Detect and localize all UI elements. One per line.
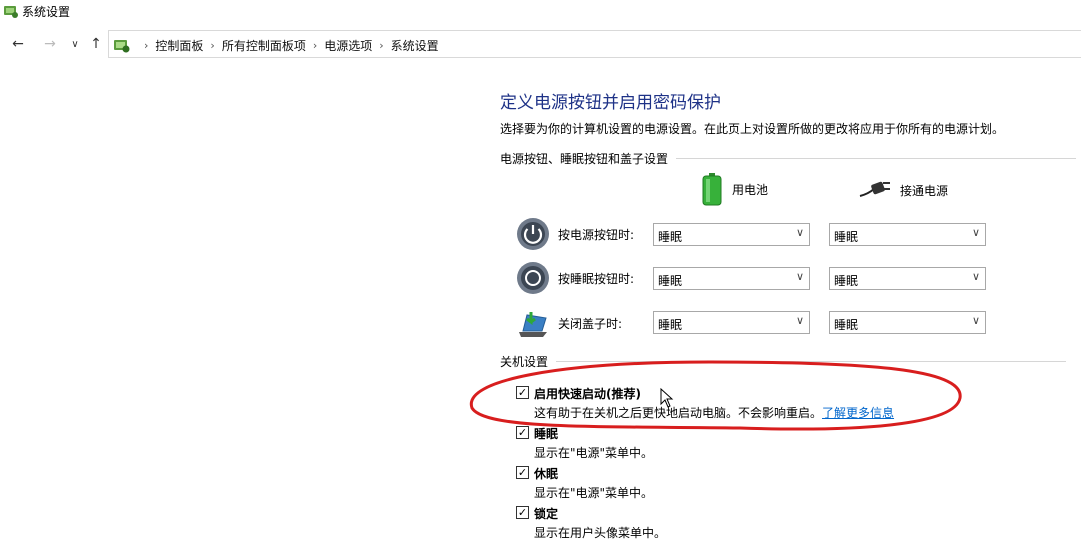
breadcrumb-separator-icon: ›	[312, 39, 318, 52]
lock-checkbox[interactable]: ✓	[516, 506, 529, 519]
fast-startup-checkbox[interactable]: ✓	[516, 386, 529, 399]
hibernate-label[interactable]: 休眠	[534, 465, 558, 482]
breadcrumb-separator-icon: ›	[379, 39, 384, 52]
battery-icon	[702, 173, 722, 206]
battery-column-header: 用电池	[700, 172, 768, 206]
hibernate-description: 显示在"电源"菜单中。	[534, 486, 654, 500]
divider	[676, 158, 1077, 159]
hibernate-checkbox[interactable]: ✓	[516, 466, 529, 479]
mouse-cursor-icon	[660, 388, 674, 408]
recent-locations-chevron-icon[interactable]: ∨	[67, 39, 83, 50]
forward-arrow-icon[interactable]: →	[42, 36, 58, 52]
title-bar: 系统设置	[0, 0, 1081, 22]
page-title: 定义电源按钮并启用密码保护	[500, 93, 721, 113]
address-bar[interactable]: › 控制面板 › 所有控制面板项 › 电源选项 › 系统设置	[108, 30, 1081, 58]
sleep-checkbox[interactable]: ✓	[516, 426, 529, 439]
lock-description: 显示在用户头像菜单中。	[534, 526, 667, 540]
select-value: 睡眠	[834, 230, 859, 244]
shutdown-group-header: 关机设置	[500, 353, 1067, 370]
lid-close-plugged-select[interactable]: 睡眠 ∨	[829, 311, 986, 334]
plugged-column-header: 接通电源	[858, 180, 948, 200]
power-button-label: 按电源按钮时:	[558, 228, 635, 242]
breadcrumb-item-all-items[interactable]: 所有控制面板项	[222, 37, 306, 54]
shutdown-group-title: 关机设置	[500, 355, 549, 369]
breadcrumb-item-power-options[interactable]: 电源选项	[324, 37, 372, 54]
select-value: 睡眠	[834, 274, 859, 288]
laptop-lid-icon	[519, 312, 547, 337]
page-description: 选择要为你的计算机设置的电源设置。在此页上对设置所做的更改将应用于你所有的电源计…	[500, 122, 1005, 136]
lock-label[interactable]: 锁定	[534, 505, 558, 522]
chevron-down-icon: ∨	[795, 314, 804, 327]
control-panel-icon	[114, 40, 130, 53]
fast-startup-desc-text: 这有助于在关机之后更快地启动电脑。不会影响重启。	[534, 406, 823, 420]
back-arrow-icon[interactable]: ←	[10, 36, 26, 52]
breadcrumb: › 控制面板 › 所有控制面板项 › 电源选项 › 系统设置	[137, 37, 439, 54]
fast-startup-label[interactable]: 启用快速启动(推荐)	[534, 385, 641, 402]
power-button-plugged-select[interactable]: 睡眠 ∨	[829, 223, 986, 246]
power-plug-icon	[859, 181, 890, 197]
window-title: 系统设置	[22, 5, 71, 19]
power-buttons-group-header: 电源按钮、睡眠按钮和盖子设置	[500, 150, 1077, 167]
divider	[556, 361, 1067, 362]
chevron-down-icon: ∨	[971, 226, 980, 239]
select-value: 睡眠	[658, 274, 683, 288]
plugged-column-label: 接通电源	[900, 183, 949, 198]
sleep-button-plugged-select[interactable]: 睡眠 ∨	[829, 267, 986, 290]
battery-column-label: 用电池	[732, 182, 769, 197]
control-panel-icon	[4, 6, 18, 18]
power-button-icon	[517, 218, 549, 250]
sleep-button-battery-select[interactable]: 睡眠 ∨	[653, 267, 810, 290]
breadcrumb-separator-icon: ›	[210, 39, 215, 52]
breadcrumb-separator-icon: ›	[144, 39, 149, 52]
lid-close-label: 关闭盖子时:	[558, 317, 623, 331]
sleep-label[interactable]: 睡眠	[534, 425, 558, 442]
select-value: 睡眠	[658, 230, 683, 244]
chevron-down-icon: ∨	[795, 226, 804, 239]
sleep-button-label: 按睡眠按钮时:	[558, 272, 635, 286]
sleep-button-icon	[517, 262, 549, 294]
learn-more-link[interactable]: 了解更多信息	[822, 406, 894, 420]
power-buttons-group-title: 电源按钮、睡眠按钮和盖子设置	[500, 152, 669, 166]
power-button-battery-select[interactable]: 睡眠 ∨	[653, 223, 810, 246]
up-arrow-icon[interactable]: ↑	[88, 36, 104, 52]
lid-close-battery-select[interactable]: 睡眠 ∨	[653, 311, 810, 334]
select-value: 睡眠	[658, 318, 683, 332]
chevron-down-icon: ∨	[795, 270, 804, 283]
breadcrumb-item-control-panel[interactable]: 控制面板	[155, 37, 203, 54]
sleep-description: 显示在"电源"菜单中。	[534, 446, 654, 460]
chevron-down-icon: ∨	[971, 314, 980, 327]
chevron-down-icon: ∨	[971, 270, 980, 283]
breadcrumb-item-system-settings[interactable]: 系统设置	[391, 37, 439, 54]
fast-startup-description: 这有助于在关机之后更快地启动电脑。不会影响重启。了解更多信息	[534, 404, 894, 421]
select-value: 睡眠	[834, 318, 859, 332]
